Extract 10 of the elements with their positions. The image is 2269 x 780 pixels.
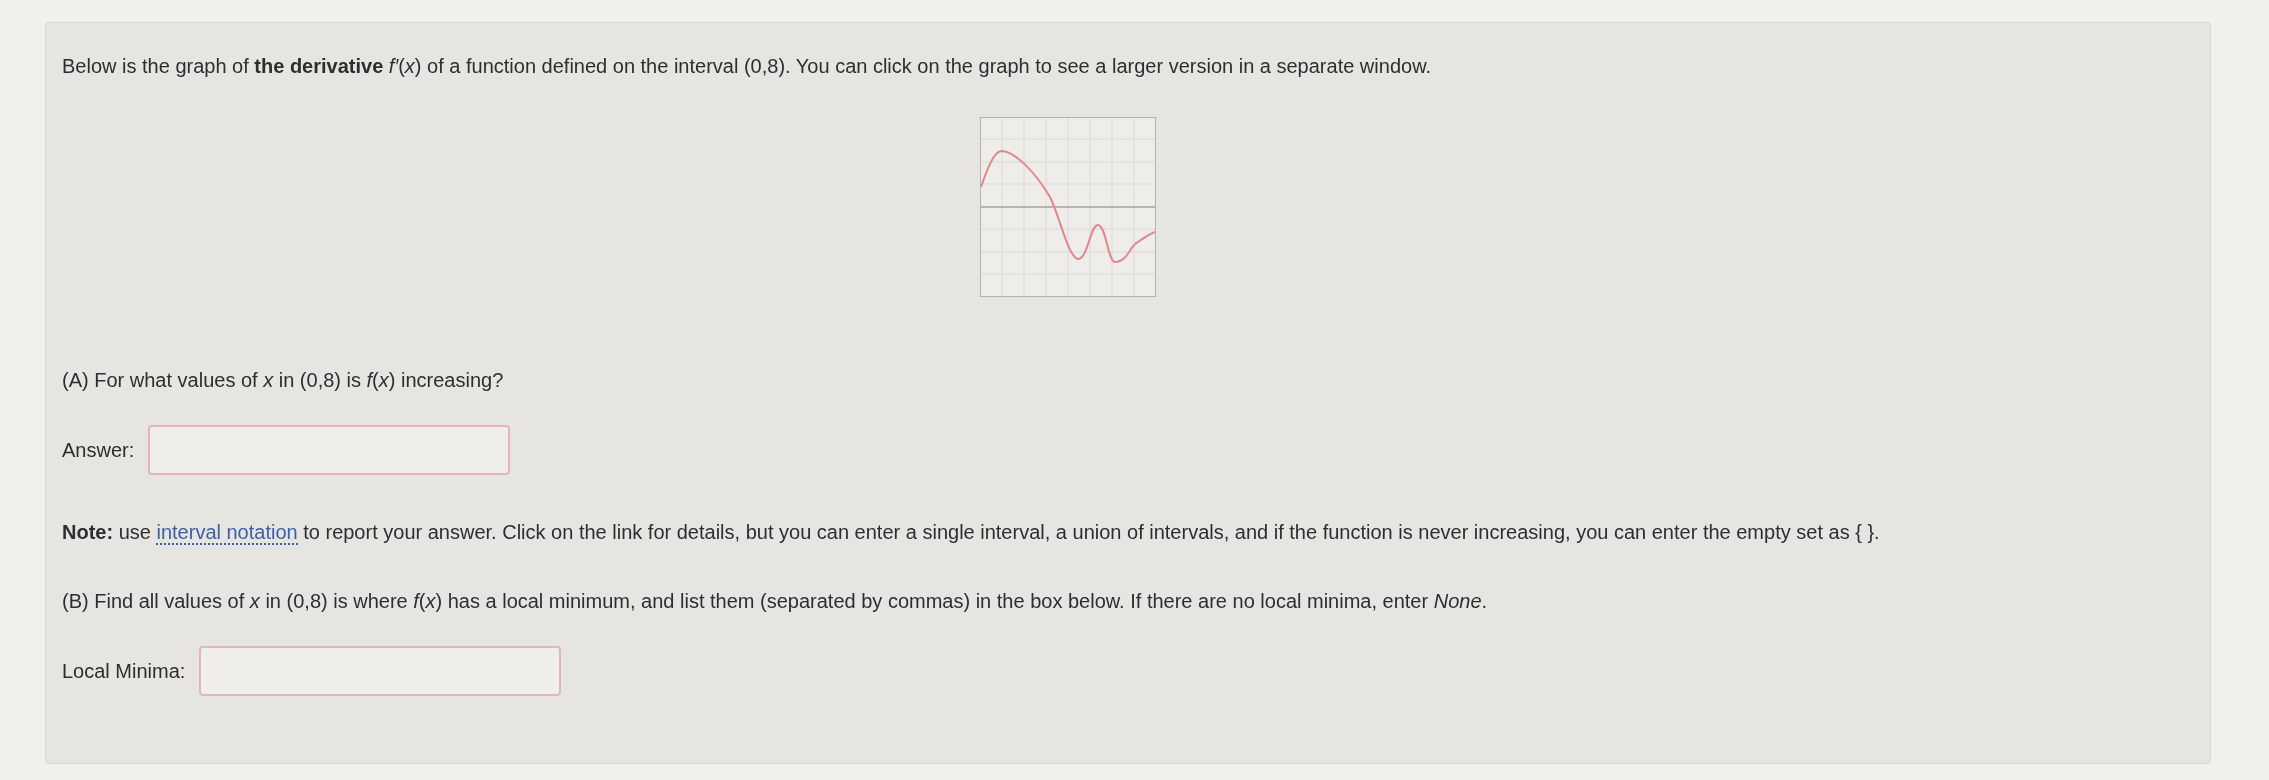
interval-notation-link[interactable]: interval notation	[156, 521, 298, 545]
answer-label: Answer:	[62, 438, 135, 463]
question-text: (A) For what values of x in (0,8) is f(x) increasing?	[62, 368, 505, 393]
answer-field[interactable]	[148, 425, 511, 475]
intro-text: Below is the graph of the derivative f′(x) of a function defined on the interval (0,8). You can click on the graph to see a larger version in a separate window.	[62, 54, 1433, 79]
local-minima-label: Local Minima:	[62, 659, 186, 684]
question-text: (B) Find all values of x in (0,8) is where f(x) has a local minimum, and list them (separated by commas) in the box below. If there are no local minima, enter None.	[62, 589, 1489, 614]
note-text: Note: use interval notation to report your answer. Click on the link for details, but you can enter a single interval, a union of intervals, and if the function is never increasing, you can enter the empty set as { }.	[62, 520, 1881, 547]
graph-thumbnail[interactable]	[980, 117, 1156, 297]
local-minima-field[interactable]	[199, 646, 562, 696]
